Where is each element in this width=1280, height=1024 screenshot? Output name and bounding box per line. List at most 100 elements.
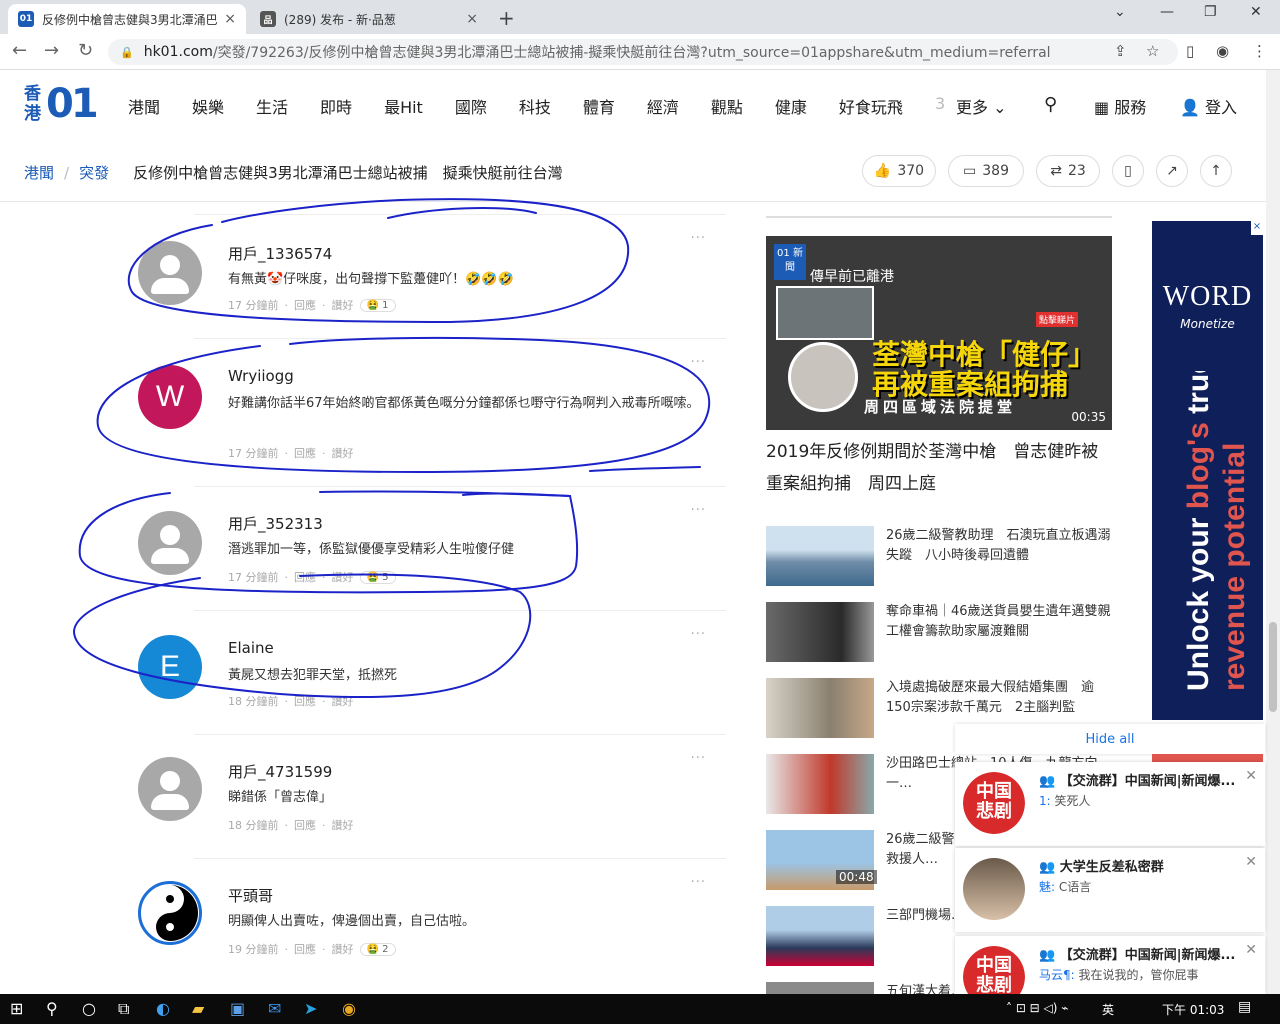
like-link[interactable]: 讚好 <box>332 941 354 957</box>
like-button[interactable]: 👍 370 <box>862 155 936 187</box>
nav-item[interactable]: 3 <box>935 94 945 118</box>
nav-item[interactable]: 經濟 <box>647 94 679 118</box>
restore-icon[interactable]: ❐ <box>1204 4 1217 20</box>
comment-username[interactable]: 用戶_352313 <box>228 513 323 534</box>
nav-item[interactable]: 觀點 <box>711 94 743 118</box>
more-menu[interactable]: 更多 ⌄ <box>956 94 1007 118</box>
nav-item[interactable]: 體育 <box>583 94 615 118</box>
like-link[interactable]: 讚好 <box>332 445 354 461</box>
chrome-icon[interactable]: ◉ <box>342 999 356 1018</box>
like-link[interactable]: 讚好 <box>332 817 354 833</box>
news-item[interactable]: 奪命車禍｜46歲送貨員嬰生遺年邁雙親 工權會籌款助家屬渡難關 <box>766 602 1112 662</box>
search-icon[interactable]: ⚲ <box>46 999 58 1018</box>
logo-01[interactable]: 01 <box>46 84 99 124</box>
cortana-icon[interactable]: ○ <box>82 999 96 1018</box>
nav-item[interactable]: 國際 <box>455 94 487 118</box>
comment-username[interactable]: 用戶_1336574 <box>228 243 332 264</box>
breadcrumb-news[interactable]: 港聞 <box>24 162 54 183</box>
comment-button[interactable]: ▭ 389 <box>948 155 1024 187</box>
telegram-icon[interactable]: ➤ <box>304 999 317 1018</box>
repost-button[interactable]: ⇄ 23 <box>1036 155 1100 187</box>
edge-icon[interactable]: ◐ <box>156 999 170 1018</box>
tray-icons[interactable]: ˄ ⊡ ⊟ ◁) ⌁ <box>1006 1001 1069 1015</box>
nav-item[interactable]: 生活 <box>256 94 288 118</box>
bookmark-star-icon[interactable]: ☆ <box>1146 42 1159 60</box>
share-icon[interactable]: ⇪ <box>1114 42 1127 60</box>
reply-link[interactable]: 回應 <box>294 817 316 833</box>
close-tab-icon[interactable]: × <box>466 11 478 27</box>
ime-indicator[interactable]: 英 <box>1102 1001 1114 1018</box>
avatar[interactable]: E <box>138 635 202 699</box>
more-options-icon[interactable]: ··· <box>691 231 706 246</box>
nav-item[interactable]: 科技 <box>519 94 551 118</box>
reaction-badge[interactable]: 🤮 1 <box>359 298 396 312</box>
tab-pincong[interactable]: 品 (289) 发布 - 新·品葱 × <box>250 4 488 34</box>
new-tab-button[interactable]: + <box>498 6 515 30</box>
comment-username[interactable]: 用戶_4731599 <box>228 761 332 782</box>
tab-hk01[interactable]: 01 反修例中槍曾志健與3男北潭涌巴 × <box>8 4 246 34</box>
comment-username[interactable]: 平頭哥 <box>228 885 273 906</box>
menu-icon[interactable]: ⋮ <box>1252 42 1267 60</box>
notification-card[interactable]: 中国 悲剧 👥 【交流群】中国新闻|新闻爆... 1: 笑死人 ✕ <box>955 762 1265 846</box>
task-view-icon[interactable]: ⧉ <box>118 999 129 1019</box>
close-notification-icon[interactable]: ✕ <box>1245 854 1257 870</box>
windows-start-icon[interactable]: ⊞ <box>10 999 23 1018</box>
page-scrollbar[interactable] <box>1266 70 1280 994</box>
notification-center-icon[interactable]: ▤ <box>1238 999 1251 1015</box>
profile-icon[interactable]: ◉ <box>1216 42 1229 60</box>
notification-card[interactable]: 中国 悲剧 👥 【交流群】中国新闻|新闻爆... 马云¶: 我在说我的，管你屁事 … <box>955 936 1265 994</box>
video-thumbnail[interactable]: 01 新聞 傳早前已離港 點擊睇片 荃灣中槍「健仔」 再被重案組拘捕 周四區域法… <box>766 236 1112 430</box>
close-notification-icon[interactable]: ✕ <box>1245 942 1257 958</box>
address-bar[interactable]: 🔒 hk01.com /突發/792263/反修例中槍曾志健與3男北潭涌巴士總站… <box>108 39 1178 65</box>
minimize-icon[interactable]: — <box>1160 4 1174 20</box>
reload-icon[interactable]: ↻ <box>78 40 93 61</box>
file-explorer-icon[interactable]: ▰ <box>192 999 204 1018</box>
comment-username[interactable]: Wryiiogg <box>228 367 294 385</box>
ad-close-icon[interactable]: × <box>1251 221 1263 235</box>
more-options-icon[interactable]: ··· <box>691 875 706 890</box>
hide-all-notifications-button[interactable]: Hide all <box>955 724 1265 754</box>
mail-icon[interactable]: ✉ <box>268 999 281 1018</box>
avatar[interactable] <box>138 881 202 945</box>
reaction-badge[interactable]: 🤮 5 <box>359 570 396 584</box>
reaction-badge[interactable]: 🤮 2 <box>359 942 396 956</box>
more-options-icon[interactable]: ··· <box>691 627 706 642</box>
nav-item[interactable]: 最Hit <box>384 94 423 118</box>
avatar[interactable] <box>138 511 202 575</box>
reply-link[interactable]: 回應 <box>294 569 316 585</box>
nav-item[interactable]: 健康 <box>775 94 807 118</box>
comment-username[interactable]: Elaine <box>228 639 274 657</box>
services-menu[interactable]: ▦ 服務 <box>1094 94 1146 118</box>
more-options-icon[interactable]: ··· <box>691 355 706 370</box>
like-link[interactable]: 讚好 <box>332 569 354 585</box>
close-tab-icon[interactable]: × <box>224 11 236 27</box>
breadcrumb-breaking[interactable]: 突發 <box>79 162 109 183</box>
back-icon[interactable]: ← <box>12 40 27 61</box>
close-notification-icon[interactable]: ✕ <box>1245 768 1257 784</box>
store-icon[interactable]: ▣ <box>230 999 245 1018</box>
more-options-icon[interactable]: ··· <box>691 751 706 766</box>
like-link[interactable]: 讚好 <box>332 693 354 709</box>
nav-item[interactable]: 即時 <box>320 94 352 118</box>
video-title[interactable]: 2019年反修例期間於荃灣中槍 曾志健昨被重案組拘捕 周四上庭 <box>766 436 1112 500</box>
nav-item[interactable]: 港聞 <box>128 94 160 118</box>
side-panel-icon[interactable]: ▯ <box>1186 42 1194 60</box>
clock[interactable]: 下午 01:03 <box>1162 1001 1224 1018</box>
like-link[interactable]: 讚好 <box>332 297 354 313</box>
search-icon[interactable]: ⚲ <box>1044 94 1057 115</box>
advertisement-banner[interactable]: × WORD Monetize Unlock your blog's true … <box>1152 221 1263 720</box>
reply-link[interactable]: 回應 <box>294 941 316 957</box>
nav-item[interactable]: 好食玩飛 <box>839 94 903 118</box>
avatar[interactable]: W <box>138 365 202 429</box>
avatar[interactable] <box>138 241 202 305</box>
reply-link[interactable]: 回應 <box>294 693 316 709</box>
news-item[interactable]: 26歲二級警教助理 石澳玩直立板遇溺失蹤 八小時後尋回遺體 <box>766 526 1112 586</box>
nav-item[interactable]: 娛樂 <box>192 94 224 118</box>
more-options-icon[interactable]: ··· <box>691 503 706 518</box>
reply-link[interactable]: 回應 <box>294 297 316 313</box>
close-window-icon[interactable]: ✕ <box>1250 4 1262 20</box>
login-button[interactable]: 👤 登入 <box>1180 94 1237 118</box>
scroll-top-button[interactable]: ↑ <box>1200 155 1232 187</box>
logo-hk-text[interactable]: 香港 <box>24 84 44 124</box>
share-button[interactable]: ↗ <box>1156 155 1188 187</box>
